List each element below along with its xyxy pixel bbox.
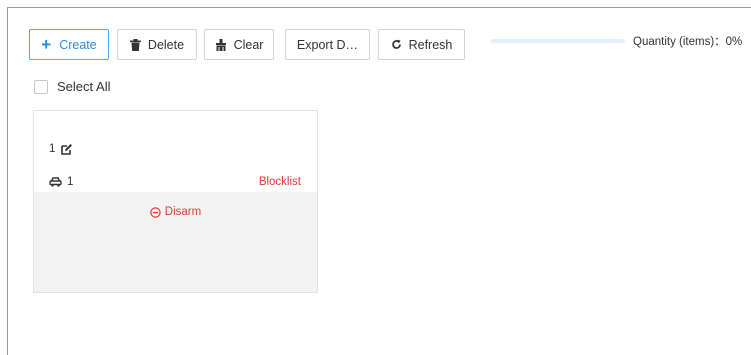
- create-label: Create: [59, 37, 97, 52]
- plus-icon: +: [41, 35, 52, 54]
- card-vehicle-text: 1: [67, 176, 74, 188]
- clear-button[interactable]: Clear: [204, 29, 274, 60]
- quantity-label: Quantity (items)：0%: [633, 36, 743, 48]
- refresh-button[interactable]: Refresh: [378, 29, 465, 60]
- refresh-icon: [391, 39, 402, 50]
- status-badge: Blocklist: [258, 176, 301, 188]
- refresh-label: Refresh: [408, 37, 453, 52]
- arming-card[interactable]: 1 1 Blocklist Disarm: [33, 110, 318, 293]
- export-data-button[interactable]: Export D…: [285, 29, 370, 60]
- trash-icon: [129, 38, 141, 51]
- minus-circle-icon: [150, 206, 161, 218]
- disarm-button[interactable]: Disarm: [34, 206, 317, 218]
- select-all[interactable]: Select All: [34, 79, 110, 94]
- quantity-progress-bar: [491, 39, 625, 43]
- disarm-label: Disarm: [164, 206, 202, 218]
- select-all-checkbox[interactable]: [34, 79, 48, 94]
- clear-icon: [215, 38, 227, 51]
- card-name: 1: [49, 143, 73, 155]
- select-all-label: Select All: [57, 79, 111, 94]
- car-icon: [49, 177, 62, 187]
- card-vehicle: 1: [49, 176, 73, 188]
- edit-icon[interactable]: [61, 143, 73, 155]
- card-name-text: 1: [49, 143, 56, 155]
- export-label: Export D…: [296, 37, 359, 52]
- delete-button[interactable]: Delete: [117, 29, 197, 60]
- delete-label: Delete: [147, 37, 185, 52]
- create-button[interactable]: + Create: [29, 29, 109, 60]
- clear-label: Clear: [233, 37, 264, 52]
